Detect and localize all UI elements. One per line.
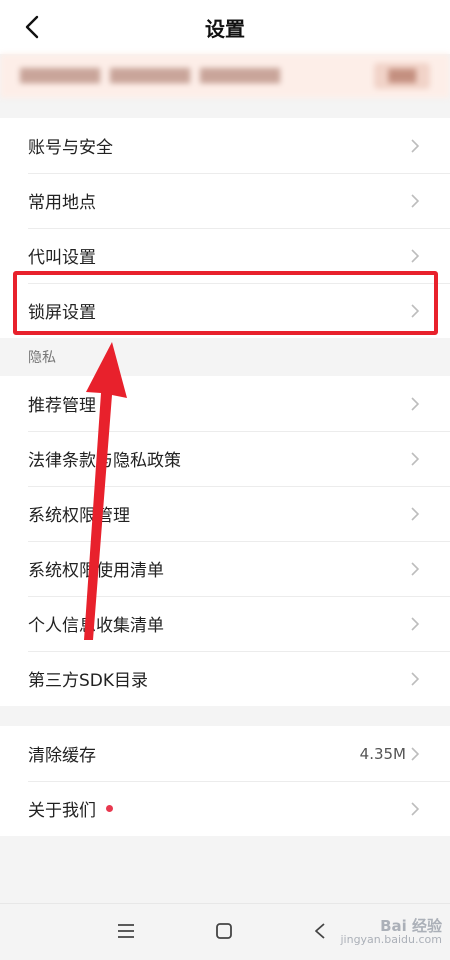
settings-item-account-security[interactable]: 账号与安全 bbox=[0, 118, 450, 173]
banner-text: ████████ bbox=[20, 68, 100, 84]
chevron-right-icon bbox=[410, 746, 422, 762]
settings-item-recommendation[interactable]: 推荐管理 bbox=[0, 376, 450, 431]
settings-item-third-party-sdk[interactable]: 第三方SDK目录 bbox=[0, 651, 450, 706]
menu-icon bbox=[118, 924, 134, 938]
chevron-right-icon bbox=[410, 561, 422, 577]
settings-item-system-permissions[interactable]: 系统权限管理 bbox=[0, 486, 450, 541]
settings-item-label: 推荐管理 bbox=[28, 396, 96, 416]
page-title: 设置 bbox=[205, 16, 245, 41]
settings-item-label: 账号与安全 bbox=[28, 138, 113, 158]
promo-banner[interactable]: ████████ ████████ ████████ ███ bbox=[0, 54, 450, 98]
settings-item-label: 第三方SDK目录 bbox=[28, 671, 149, 691]
chevron-right-icon bbox=[410, 193, 422, 209]
home-square-icon bbox=[216, 923, 232, 939]
watermark-url: jingyan.baidu.com bbox=[340, 933, 442, 946]
nav-back-button[interactable] bbox=[305, 916, 335, 946]
settings-item-label: 个人信息收集清单 bbox=[28, 616, 164, 636]
settings-item-lock-screen[interactable]: 锁屏设置 bbox=[0, 283, 450, 338]
banner-button[interactable]: ███ bbox=[374, 63, 430, 89]
chevron-left-icon bbox=[25, 15, 39, 39]
system-nav-bar: Bai 经验 jingyan.baidu.com bbox=[0, 903, 450, 960]
settings-item-label: 系统权限使用清单 bbox=[28, 561, 164, 581]
chevron-right-icon bbox=[410, 671, 422, 687]
back-button[interactable] bbox=[18, 13, 46, 41]
chevron-right-icon bbox=[410, 616, 422, 632]
section-label-privacy: 隐私 bbox=[0, 338, 450, 376]
settings-group-misc: 清除缓存 4.35M 关于我们 bbox=[0, 726, 450, 836]
settings-item-label: 法律条款与隐私政策 bbox=[28, 451, 181, 471]
home-button[interactable] bbox=[209, 916, 239, 946]
chevron-right-icon bbox=[410, 303, 422, 319]
chevron-right-icon bbox=[410, 506, 422, 522]
chevron-right-icon bbox=[410, 138, 422, 154]
back-triangle-icon bbox=[315, 923, 325, 939]
chevron-right-icon bbox=[410, 451, 422, 467]
settings-group-account: 账号与安全 常用地点 代叫设置 锁屏设置 bbox=[0, 118, 450, 338]
settings-item-label: 关于我们 bbox=[28, 801, 96, 821]
banner-text: ████████ bbox=[109, 68, 190, 84]
menu-button[interactable] bbox=[111, 916, 141, 946]
banner-text: ████████ bbox=[199, 68, 280, 84]
settings-item-label: 锁屏设置 bbox=[28, 303, 96, 323]
settings-item-about-us[interactable]: 关于我们 bbox=[0, 781, 450, 836]
settings-group-privacy: 推荐管理 法律条款与隐私政策 系统权限管理 系统权限使用清单 个人信息收集清单 … bbox=[0, 376, 450, 706]
settings-item-label: 系统权限管理 bbox=[28, 506, 130, 526]
watermark-logo: Bai 经验 bbox=[380, 917, 442, 935]
settings-item-frequent-places[interactable]: 常用地点 bbox=[0, 173, 450, 228]
watermark: Bai 经验 jingyan.baidu.com bbox=[340, 917, 442, 947]
chevron-right-icon bbox=[410, 248, 422, 264]
settings-item-label: 常用地点 bbox=[28, 193, 96, 213]
settings-item-legal-privacy[interactable]: 法律条款与隐私政策 bbox=[0, 431, 450, 486]
settings-item-label: 代叫设置 bbox=[28, 248, 96, 268]
settings-item-permission-usage-list[interactable]: 系统权限使用清单 bbox=[0, 541, 450, 596]
app-header: 设置 bbox=[0, 0, 450, 54]
settings-item-clear-cache[interactable]: 清除缓存 4.35M bbox=[0, 726, 450, 781]
settings-item-label: 清除缓存 bbox=[28, 746, 96, 766]
settings-item-personal-info-list[interactable]: 个人信息收集清单 bbox=[0, 596, 450, 651]
chevron-right-icon bbox=[410, 801, 422, 817]
chevron-right-icon bbox=[410, 396, 422, 412]
settings-item-proxy-call[interactable]: 代叫设置 bbox=[0, 228, 450, 283]
notification-dot bbox=[106, 805, 113, 812]
cache-size: 4.35M bbox=[359, 744, 406, 763]
